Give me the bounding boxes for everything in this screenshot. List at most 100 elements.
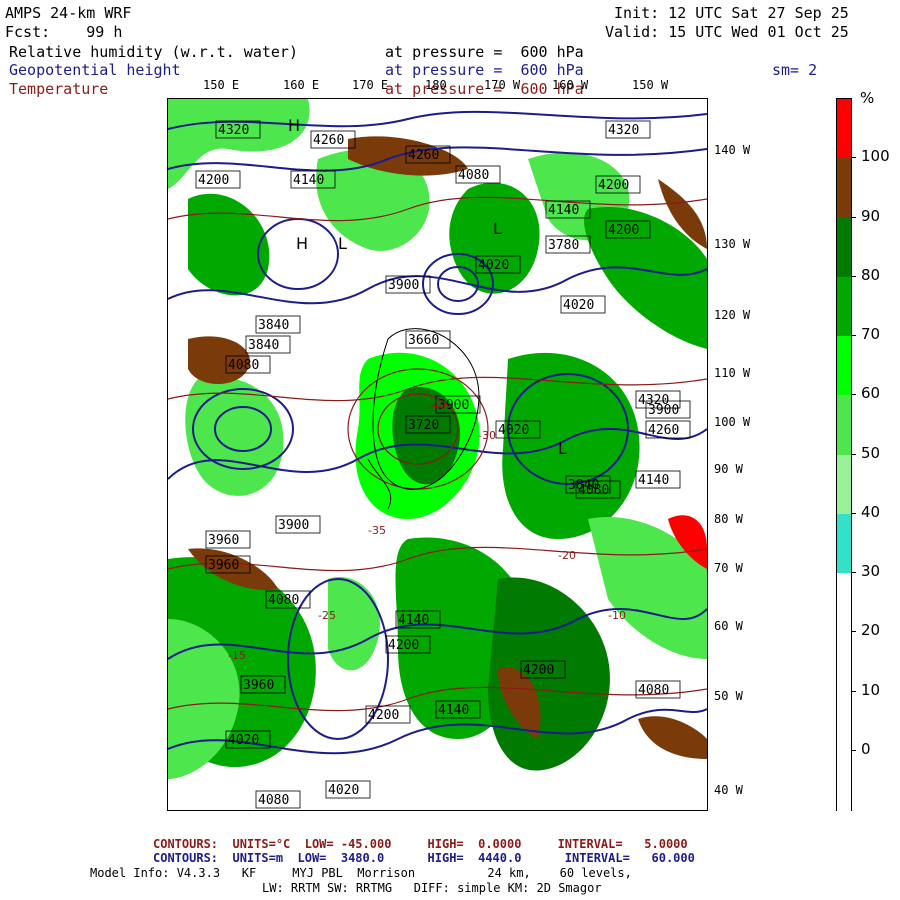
colorbar-unit: % (860, 89, 875, 107)
height-label-text: 4200 (368, 708, 399, 723)
height-label-text: 4140 (438, 703, 469, 718)
colorbar-segment (837, 750, 851, 811)
colorbar-segment (837, 454, 851, 515)
colorbar-segment (837, 336, 851, 396)
colorbar-tick (851, 749, 856, 751)
pressure-level-rh: at pressure = 600 hPa (385, 43, 584, 61)
height-label-text: 4020 (228, 733, 259, 748)
model-info-line1: Model Info: V4.3.3 KF MYJ PBL Morrison 2… (90, 866, 632, 880)
height-label-text: 3900 (278, 518, 309, 533)
colorbar-segment (837, 158, 851, 218)
colorbar-segment (837, 395, 851, 455)
latitude-label: 70 W (714, 561, 743, 575)
extremum-marker: H (288, 116, 300, 135)
height-label-text: 4140 (548, 203, 579, 218)
height-label-text: 4080 (228, 358, 259, 373)
colorbar-segment (837, 99, 851, 159)
colorbar-tick (851, 335, 856, 336)
smoothing-label: sm= 2 (772, 61, 818, 79)
temperature-contour-label: -15 (228, 649, 246, 662)
height-label-text: 4080 (258, 793, 289, 808)
colorbar-tick (851, 512, 856, 514)
pressure-level-height: at pressure = 600 hPa (385, 61, 584, 79)
height-label-text: 3720 (408, 418, 439, 433)
height-label-text: 3960 (208, 558, 239, 573)
height-label-text: 4200 (608, 223, 639, 238)
latitude-label: 110 W (714, 366, 751, 380)
colorbar-segment (837, 573, 851, 633)
longitude-label: 150 E (203, 78, 240, 92)
height-label-text: 4020 (328, 783, 359, 798)
colorbar-label: 70 (861, 325, 881, 343)
colorbar-tick (851, 631, 856, 633)
height-label-text: 3840 (568, 478, 599, 493)
longitude-label: 180 (425, 78, 447, 92)
colorbar-tick (851, 394, 856, 396)
colorbar-tick (851, 453, 856, 455)
latitude-label: 120 W (714, 308, 751, 322)
latitude-label: 140 W (714, 143, 751, 157)
longitude-label: 150 W (632, 78, 669, 92)
height-label-text: 4260 (408, 148, 439, 163)
temperature-contour-label: -40 (428, 399, 446, 412)
height-label-text: 3780 (548, 238, 579, 253)
extremum-marker: L (493, 219, 502, 238)
height-label-text: 4200 (198, 173, 229, 188)
temperature-contour-label: -35 (368, 524, 386, 537)
colorbar-label: 10 (861, 680, 881, 699)
latitude-label: 90 W (714, 462, 743, 476)
height-label-text: 4320 (218, 123, 249, 138)
colorbar-label: 40 (861, 502, 881, 521)
colorbar-label: 50 (861, 443, 881, 462)
height-label-text: 3660 (408, 333, 439, 348)
latitude-label: 50 W (714, 689, 743, 703)
colorbar-label: 30 (861, 562, 881, 580)
height-label-text: 4260 (648, 423, 679, 438)
colorbar-tick (851, 216, 856, 218)
longitude-label: 160 E (283, 78, 320, 92)
colorbar-segment (837, 691, 851, 752)
longitude-label: 170 E (352, 78, 389, 92)
height-label-text: 3840 (248, 338, 279, 353)
latitude-label: 100 W (714, 415, 751, 429)
height-label-text: 4200 (388, 638, 419, 653)
colorbar-tick (851, 572, 856, 573)
model-title: AMPS 24-km WRF (5, 4, 132, 22)
colorbar-tick (851, 275, 856, 277)
extremum-marker: L (338, 234, 347, 253)
colorbar-segment (837, 217, 851, 278)
height-label-text: 4080 (458, 168, 489, 183)
height-label-text: 4020 (478, 258, 509, 273)
weather-map-panel: 4320 4260 4200 4260 4320 4200 4080 4140 4020 3900… (167, 98, 708, 811)
colorbar-label: 0 (861, 739, 871, 758)
weather-map: 4320 4260 4200 4260 4320 4200 4080 4140 4020 3900… (168, 99, 707, 810)
height-label-text: 4200 (598, 178, 629, 193)
extremum-marker: L (558, 439, 567, 458)
forecast-hour: Fcst: 99 h (5, 23, 123, 41)
colorbar-label: 100 (861, 147, 890, 166)
longitude-label: 170 W (484, 78, 521, 92)
height-label-text: 4320 (608, 123, 639, 138)
field-temperature-label: Temperature (9, 80, 109, 98)
temp-contour-info: CONTOURS: UNITS=°C LOW= -45.000 HIGH= 0.… (153, 837, 688, 851)
height-label-text: 3960 (243, 678, 274, 693)
height-label-text: 3900 (388, 278, 419, 293)
colorbar-segment (837, 632, 851, 692)
valid-time: Valid: 15 UTC Wed 01 Oct 25 (605, 23, 849, 41)
height-label-text: 4140 (638, 473, 669, 488)
temperature-contour-label: -10 (608, 609, 626, 622)
height-label-text: 3960 (208, 533, 239, 548)
latitude-label: 40 W (714, 783, 743, 797)
colorbar-tick (851, 690, 856, 692)
height-label-text: 4200 (523, 663, 554, 678)
height-label-text: 4080 (638, 683, 669, 698)
height-contour-info: CONTOURS: UNITS=m LOW= 3480.0 HIGH= 4440… (153, 851, 695, 865)
height-label-text: 4020 (563, 298, 594, 313)
longitude-label: 160 W (552, 78, 589, 92)
rh-colorbar (836, 98, 852, 811)
temperature-contour-label: -20 (558, 549, 576, 562)
height-label-text: 4140 (293, 173, 324, 188)
colorbar-label: 20 (861, 621, 881, 640)
latitude-label: 130 W (714, 237, 751, 251)
temperature-contour-label: -30 (478, 429, 496, 442)
